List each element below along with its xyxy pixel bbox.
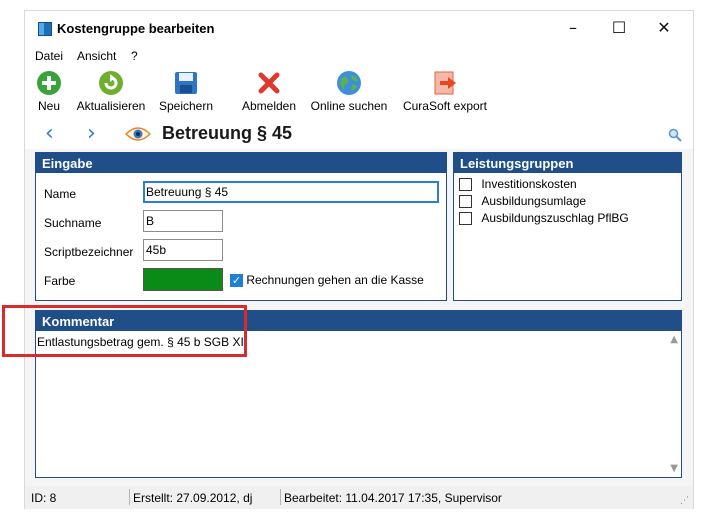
comment-panel-header: Kommentar bbox=[36, 311, 681, 331]
back-arrow-icon[interactable]: ‹ bbox=[45, 123, 54, 145]
close-button[interactable]: ✕ bbox=[649, 17, 679, 39]
close-x-icon bbox=[258, 72, 280, 94]
curasoft-export-label: CuraSoft export bbox=[402, 99, 488, 113]
logout-button[interactable]: Abmelden bbox=[239, 70, 299, 122]
minimize-button[interactable]: – bbox=[558, 17, 588, 39]
refresh-label: Aktualisieren bbox=[76, 99, 146, 113]
service-group-label: Ausbildungsumlage bbox=[481, 194, 587, 208]
investitionskosten-checkbox[interactable] bbox=[459, 178, 472, 192]
new-button[interactable]: Neu bbox=[34, 70, 64, 122]
new-label: Neu bbox=[37, 99, 60, 113]
script-label: Scriptbezeichner bbox=[44, 245, 134, 259]
maximize-button[interactable]: ☐ bbox=[604, 17, 634, 39]
kasse-checkbox-row[interactable]: ✓ Rechnungen gehen an die Kasse bbox=[230, 273, 424, 288]
save-icon bbox=[175, 72, 197, 94]
status-separator bbox=[129, 489, 130, 505]
comment-panel: Kommentar Entlastungsbetrag gem. § 45 b … bbox=[35, 310, 682, 478]
farbe-label: Farbe bbox=[44, 274, 76, 288]
record-title: Betreuung § 45 bbox=[162, 123, 293, 143]
ausbildungszuschlag-checkbox[interactable] bbox=[459, 212, 472, 226]
edit-cost-group-window: Kostengruppe bearbeiten – ☐ ✕ Datei Ansi… bbox=[24, 10, 694, 509]
forward-arrow-icon[interactable]: › bbox=[87, 123, 96, 145]
window-title: Kostengruppe bearbeiten bbox=[57, 21, 215, 36]
suchname-label: Suchname bbox=[44, 216, 102, 230]
kasse-checkbox[interactable]: ✓ bbox=[230, 274, 243, 288]
save-label: Speichern bbox=[158, 99, 214, 113]
title-bar: Kostengruppe bearbeiten – ☐ ✕ bbox=[25, 11, 693, 44]
refresh-icon bbox=[99, 71, 123, 95]
service-group-label: Investitionskosten bbox=[481, 177, 577, 191]
scroll-down-icon[interactable]: ▼ bbox=[670, 463, 678, 474]
service-group-label: Ausbildungszuschlag PflBG bbox=[481, 211, 629, 225]
kasse-label: Rechnungen gehen an die Kasse bbox=[246, 273, 424, 287]
plus-circle-icon bbox=[37, 71, 61, 95]
menu-bar: Datei Ansicht ? bbox=[25, 44, 693, 68]
logout-label: Abmelden bbox=[241, 99, 297, 113]
record-nav-bar: ‹ › Betreuung § 45 bbox=[25, 121, 693, 149]
save-button[interactable]: Speichern bbox=[156, 70, 216, 122]
search-icon[interactable] bbox=[668, 128, 682, 142]
status-edited: Bearbeitet: 11.04.2017 17:35, Supervisor bbox=[284, 491, 502, 505]
resize-grip-icon[interactable]: ⋰ bbox=[680, 496, 689, 506]
content-area: Eingabe Name Betreuung § 45 Suchname B S… bbox=[25, 149, 693, 486]
menu-help[interactable]: ? bbox=[131, 49, 138, 63]
status-bar: ID: 8 Erstellt: 27.09.2012, dj Bearbeite… bbox=[25, 486, 693, 509]
curasoft-export-button[interactable]: CuraSoft export bbox=[398, 70, 492, 122]
status-created: Erstellt: 27.09.2012, dj bbox=[133, 491, 253, 505]
service-groups-header: Leistungsgruppen bbox=[454, 153, 681, 173]
menu-ansicht[interactable]: Ansicht bbox=[77, 49, 116, 63]
online-search-label: Online suchen bbox=[310, 99, 388, 113]
service-group-item[interactable]: Ausbildungsumlage bbox=[459, 194, 587, 209]
name-label: Name bbox=[44, 187, 77, 201]
service-groups-panel: Leistungsgruppen Investitionskosten Ausb… bbox=[453, 152, 682, 301]
scroll-up-icon[interactable]: ▲ bbox=[670, 334, 678, 345]
color-picker[interactable] bbox=[143, 268, 223, 291]
comment-textarea[interactable]: Entlastungsbetrag gem. § 45 b SGB XI bbox=[37, 335, 244, 349]
service-group-item[interactable]: Ausbildungszuschlag PflBG bbox=[459, 211, 629, 226]
status-id: ID: 8 bbox=[31, 491, 57, 505]
export-icon bbox=[434, 71, 456, 95]
globe-icon bbox=[337, 71, 361, 95]
service-group-item[interactable]: Investitionskosten bbox=[459, 177, 577, 192]
name-input[interactable]: Betreuung § 45 bbox=[143, 181, 439, 203]
app-icon bbox=[38, 22, 52, 36]
refresh-button[interactable]: Aktualisieren bbox=[73, 70, 149, 122]
suchname-input[interactable]: B bbox=[143, 210, 223, 232]
menu-datei[interactable]: Datei bbox=[35, 49, 63, 63]
toolbar: Neu Aktualisieren Speichern Abmelden Onl… bbox=[25, 68, 693, 126]
status-separator bbox=[280, 489, 281, 505]
eye-icon[interactable] bbox=[125, 126, 151, 142]
online-search-button[interactable]: Online suchen bbox=[308, 70, 390, 122]
input-panel-header: Eingabe bbox=[36, 153, 446, 173]
script-input[interactable]: 45b bbox=[143, 239, 223, 261]
input-panel: Eingabe Name Betreuung § 45 Suchname B S… bbox=[35, 152, 447, 301]
ausbildungsumlage-checkbox[interactable] bbox=[459, 195, 472, 209]
